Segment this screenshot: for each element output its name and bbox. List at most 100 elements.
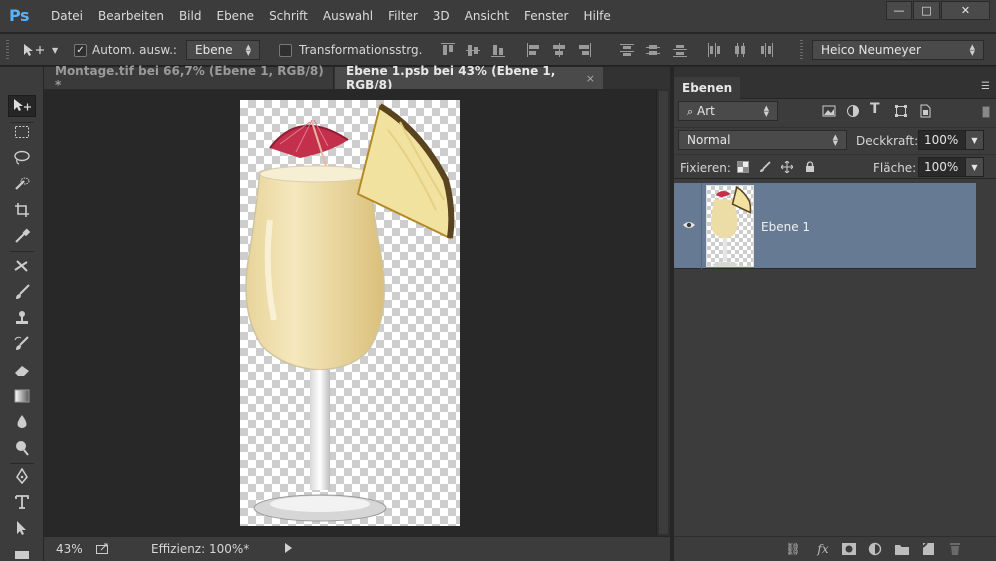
lock-image-pixels-icon[interactable] (759, 161, 771, 173)
new-group-folder-icon[interactable] (894, 542, 910, 556)
align-vertical-centers-icon[interactable] (466, 43, 480, 57)
distribute-vertical-centers-icon[interactable] (646, 43, 660, 57)
eraser-tool[interactable] (8, 359, 36, 381)
tab-montage[interactable]: Montage.tif bei 66,7% (Ebene 1, RGB/8) * (44, 64, 334, 92)
history-brush-tool[interactable] (8, 333, 36, 355)
opacity-slider-arrow-icon[interactable]: ▼ (965, 131, 983, 149)
new-layer-icon[interactable] (920, 542, 936, 556)
rectangular-marquee-icon (15, 126, 29, 138)
filter-type-dropdown[interactable]: ⌕ Art ▲ ▼ (678, 101, 778, 121)
minimize-button[interactable]: — (886, 1, 912, 20)
tool-preset-picker[interactable]: ▼ (22, 40, 58, 60)
blend-mode-dropdown[interactable]: Normal ▲ ▼ (678, 130, 847, 150)
canvas-vertical-scrollbar[interactable] (656, 89, 670, 536)
menu-filter[interactable]: Filter (388, 9, 418, 23)
layer-name[interactable]: Ebene 1 (761, 220, 810, 234)
menu-fenster[interactable]: Fenster (524, 9, 569, 23)
distribute-top-edges-icon[interactable] (620, 43, 634, 57)
menu-schrift[interactable]: Schrift (269, 9, 308, 23)
transform-controls-checkbox[interactable]: Transformationsstrg. (279, 40, 422, 60)
tab-ebene-1-psb[interactable]: Ebene 1.psb bei 43% (Ebene 1, RGB/8) × (335, 64, 603, 92)
align-bottom-edges-icon[interactable] (491, 43, 505, 57)
crop-tool[interactable] (8, 199, 36, 221)
distribute-left-edges-icon[interactable] (707, 43, 721, 57)
menu-ebene[interactable]: Ebene (216, 9, 254, 23)
align-top-edges-icon[interactable] (441, 43, 455, 57)
lock-position-icon[interactable] (781, 161, 793, 173)
status-menu-arrow-icon[interactable] (285, 543, 292, 553)
pen-tool[interactable] (8, 465, 36, 487)
panel-dock-bar[interactable] (674, 67, 996, 77)
lasso-tool[interactable] (8, 147, 36, 169)
tab-ebenen[interactable]: Ebenen (674, 77, 741, 99)
auto-select-checkbox[interactable]: ✓ Autom. ausw.: (74, 40, 177, 60)
distribute-horizontal-centers-icon[interactable] (733, 43, 747, 57)
filter-smart-objects-icon[interactable] (918, 104, 932, 118)
path-selection-icon (17, 521, 26, 535)
menu-bearbeiten[interactable]: Bearbeiten (98, 9, 164, 23)
layers-scrollbar[interactable] (976, 183, 996, 536)
panel-menu-icon[interactable]: ☰ (981, 81, 990, 92)
auto-select-target-dropdown[interactable]: Ebene ▲ ▼ (186, 40, 260, 60)
layer-style-fx-icon[interactable]: fx (815, 542, 831, 556)
layer-row-ebene-1[interactable]: Ebene 1 (674, 183, 976, 269)
zoom-level[interactable]: 43% (56, 542, 83, 556)
path-selection-tool[interactable] (8, 517, 36, 539)
move-tool[interactable] (8, 95, 36, 117)
document-canvas[interactable] (240, 100, 460, 526)
filter-toggle-switch[interactable] (982, 106, 990, 118)
layer-thumbnail[interactable] (706, 185, 754, 267)
lock-transparent-pixels-icon[interactable] (737, 161, 749, 173)
canvas-area[interactable] (44, 89, 656, 536)
healing-brush-tool[interactable] (8, 255, 36, 277)
type-tool[interactable] (8, 491, 36, 513)
history-brush-icon (14, 336, 29, 350)
menu-auswahl[interactable]: Auswahl (323, 9, 373, 23)
layer-filter-row: ⌕ Art ▲ ▼ T (674, 100, 996, 124)
filter-shape-layers-icon[interactable] (894, 104, 908, 118)
menu-hilfe[interactable]: Hilfe (583, 9, 610, 23)
checkbox-unchecked[interactable] (279, 43, 292, 57)
scroll-thumb[interactable] (659, 91, 668, 534)
eyedropper-tool[interactable] (8, 225, 36, 247)
tab-close-icon[interactable]: × (586, 72, 595, 85)
gradient-tool[interactable] (8, 385, 36, 407)
opacity-input[interactable]: 100% ▼ (918, 130, 984, 150)
close-window-button[interactable]: ✕ (941, 1, 990, 20)
new-adjustment-layer-icon[interactable] (868, 542, 884, 556)
filter-pixel-layers-icon[interactable] (822, 104, 836, 118)
clone-stamp-tool[interactable] (8, 307, 36, 329)
maximize-button[interactable]: □ (913, 1, 940, 20)
lock-all-icon[interactable] (804, 161, 816, 173)
align-left-edges-icon[interactable] (527, 43, 541, 57)
fill-slider-arrow-icon[interactable]: ▼ (965, 158, 983, 176)
distribute-bottom-edges-icon[interactable] (673, 43, 687, 57)
align-horizontal-centers-icon[interactable] (552, 43, 566, 57)
workspace-dropdown[interactable]: Heico Neumeyer ▲ ▼ (812, 40, 984, 60)
checkbox-checked[interactable]: ✓ (74, 43, 87, 57)
filter-adjustment-layers-icon[interactable] (846, 104, 860, 118)
rectangle-tool[interactable] (8, 541, 36, 561)
menu-ansicht[interactable]: Ansicht (465, 9, 509, 23)
distribute-right-edges-icon[interactable] (759, 43, 773, 57)
align-right-edges-icon[interactable] (577, 43, 591, 57)
delete-layer-trash-icon[interactable] (947, 542, 963, 556)
filter-type-layers-icon[interactable]: T (870, 101, 884, 117)
workspace-grip[interactable] (800, 40, 803, 60)
visibility-toggle[interactable] (674, 183, 702, 269)
export-icon[interactable] (96, 543, 109, 554)
menu-datei[interactable]: Datei (51, 9, 83, 23)
menu-3d[interactable]: 3D (433, 9, 450, 23)
link-layers-icon[interactable]: ⛓ (785, 542, 801, 556)
menu-bild[interactable]: Bild (179, 9, 202, 23)
blur-tool[interactable] (8, 411, 36, 433)
brush-icon (16, 284, 30, 299)
add-mask-icon[interactable] (841, 542, 857, 556)
marquee-tool[interactable] (8, 121, 36, 143)
options-grip[interactable] (6, 40, 9, 60)
dodge-tool[interactable] (8, 437, 36, 459)
brush-tool[interactable] (8, 281, 36, 303)
fill-input[interactable]: 100% ▼ (918, 157, 984, 177)
quick-selection-tool[interactable] (8, 173, 36, 195)
menu-items: Datei Bearbeiten Bild Ebene Schrift Ausw… (51, 9, 611, 23)
